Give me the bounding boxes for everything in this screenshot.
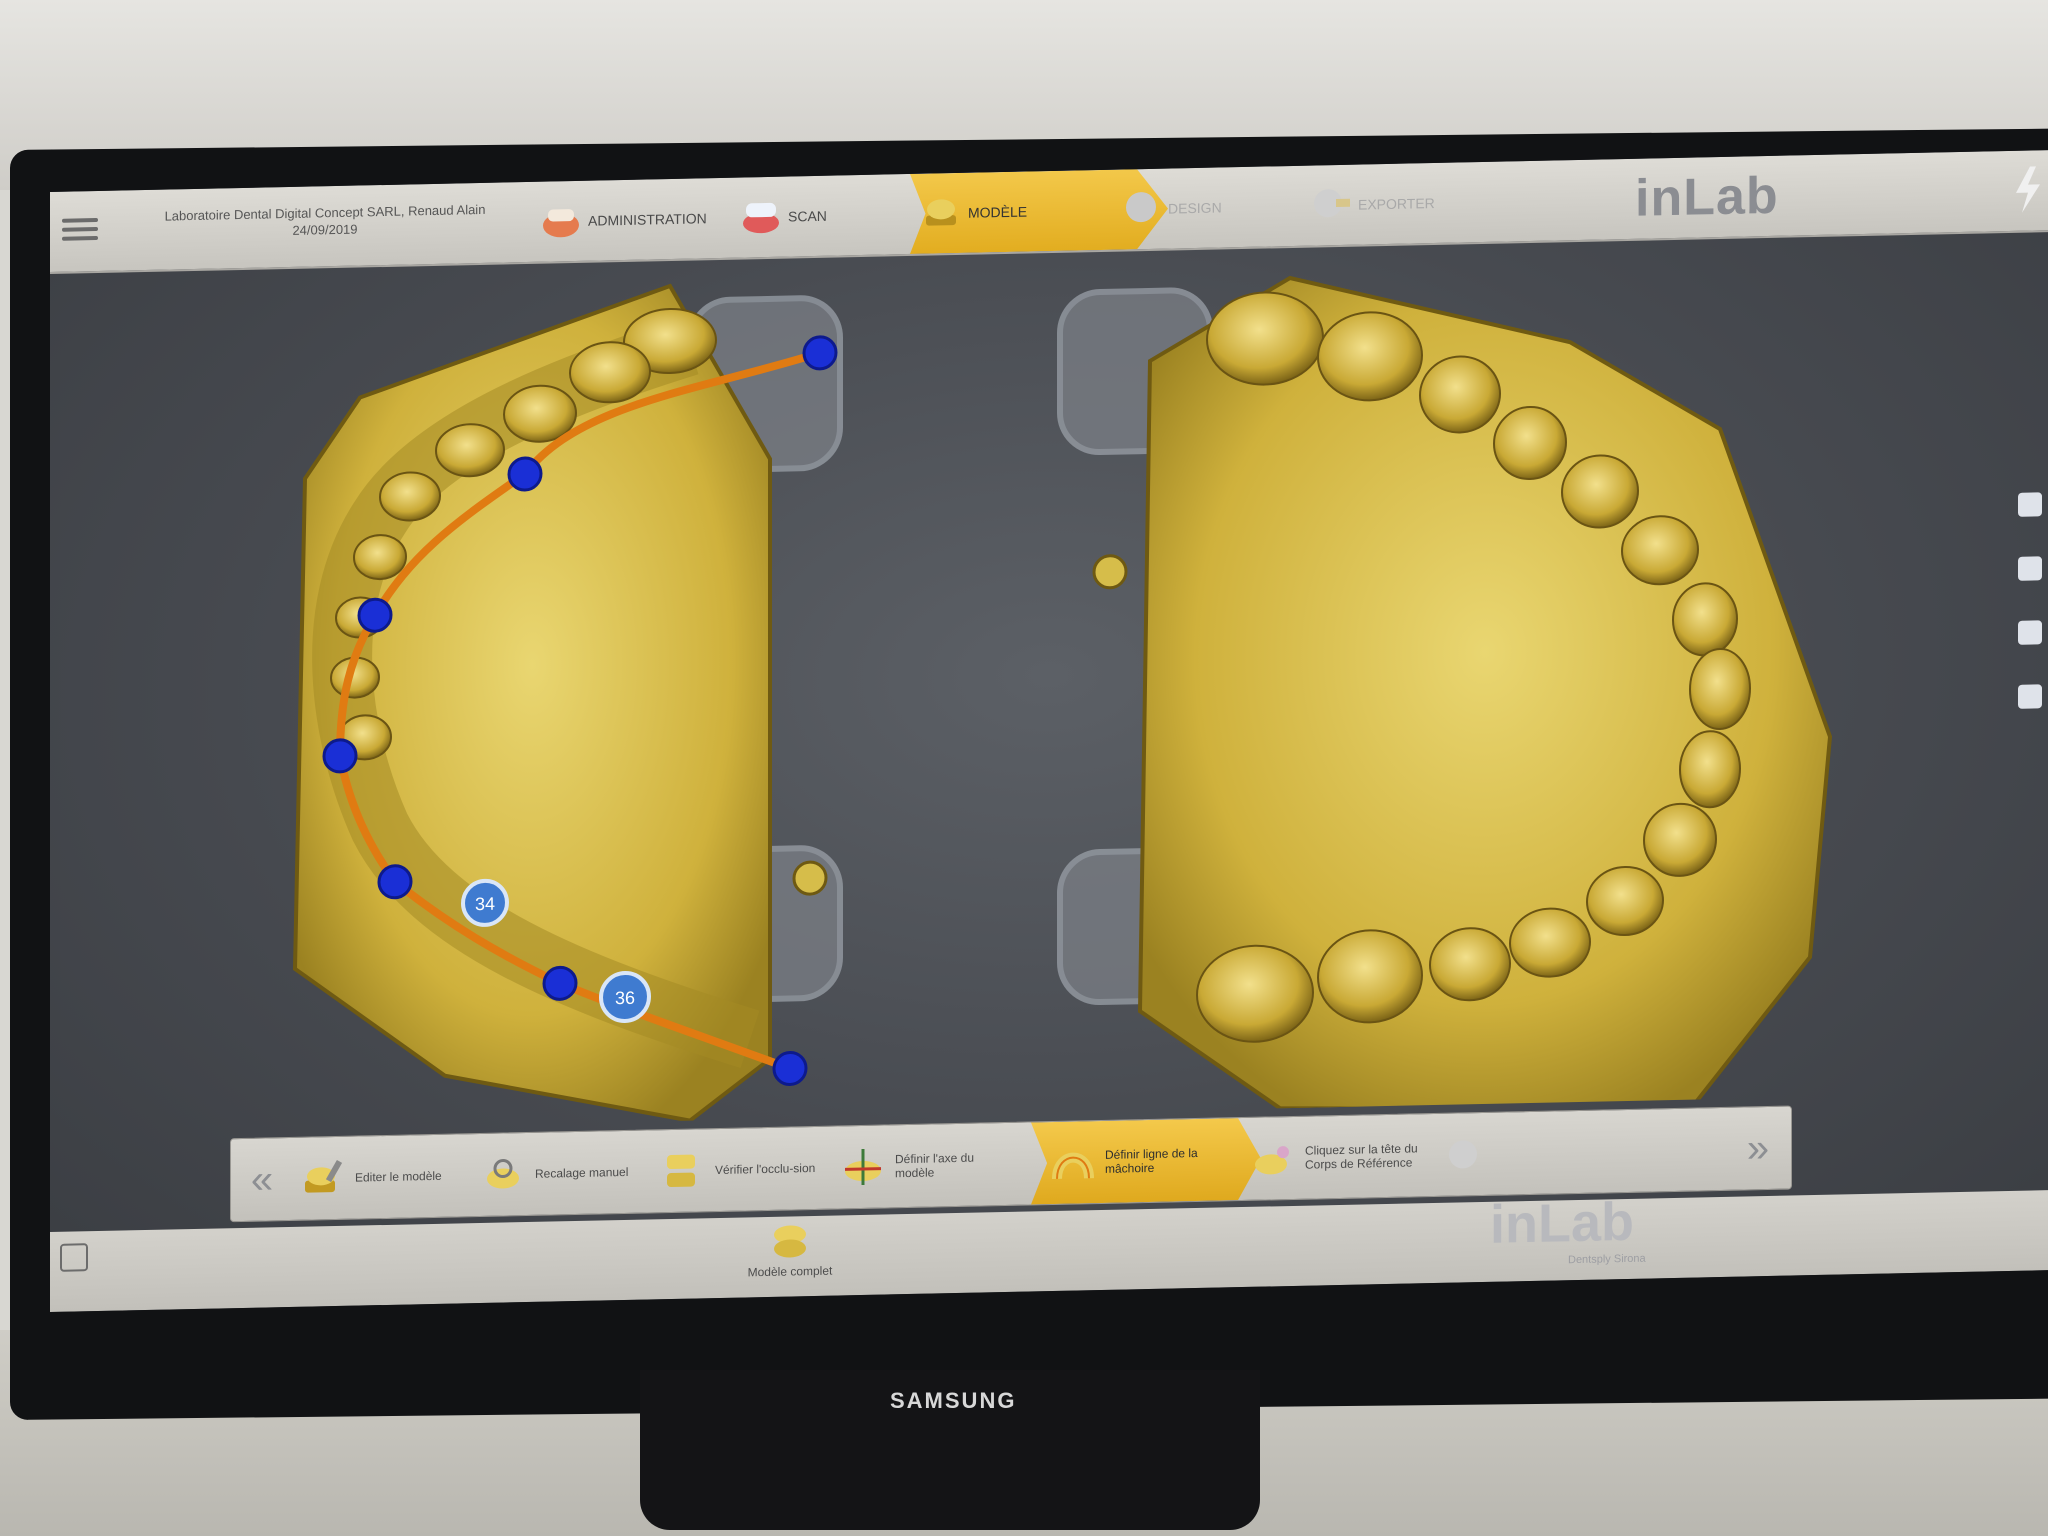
inlab-logo-small: inLab [1490, 1191, 1634, 1255]
model-axis-icon [845, 1148, 881, 1186]
complete-model-button[interactable]: Modèle complet [730, 1219, 850, 1280]
tool-disabled [1441, 1110, 1641, 1196]
jaw-line-point[interactable] [322, 738, 358, 774]
monitor-brand: SAMSUNG [890, 1388, 1017, 1413]
dock-tool-icon[interactable] [2018, 620, 2042, 645]
tool-label: Définir ligne de la mâchoire [1105, 1145, 1198, 1176]
dock-tool-icon[interactable] [2018, 492, 2042, 517]
jaw-line-point[interactable] [357, 597, 393, 633]
jaw-line-point[interactable] [507, 456, 543, 492]
manual-registration-icon [487, 1159, 519, 1189]
inlab-logo: inLab [1635, 166, 1779, 228]
export-icon [1314, 189, 1350, 218]
upper-jaw-model[interactable] [1137, 267, 1833, 1121]
complete-model-icon [774, 1225, 806, 1258]
complete-model-label: Modèle complet [747, 1263, 833, 1280]
menu-icon[interactable] [62, 213, 98, 250]
jaw-line-point[interactable] [802, 335, 838, 371]
step-export: EXPORTER [1300, 160, 1558, 245]
tool-edit-model[interactable]: Editer le modèle [301, 1134, 471, 1220]
app-screen: Laboratoire Dental Digital Concept SARL,… [50, 150, 2048, 1313]
3d-viewport[interactable]: 34 36 [50, 232, 2048, 1134]
tool-label: Cliquez sur la tête du Corps de Référenc… [1305, 1141, 1418, 1172]
flash-icon[interactable] [2010, 164, 2046, 215]
marker-label: 36 [615, 988, 635, 1008]
tool-label: Vérifier l'occlu-sion [715, 1160, 816, 1178]
step-label: ADMINISTRATION [588, 210, 707, 229]
jaw-line-point[interactable] [772, 1050, 808, 1087]
disabled-tool-icon [1449, 1140, 1477, 1169]
scan-icon [743, 202, 779, 234]
dentsply-sirona-logo: Dentsply Sirona [1568, 1252, 1646, 1267]
tool-jaw-line[interactable]: Définir ligne de la mâchoire [1031, 1118, 1261, 1205]
step-label: MODÈLE [968, 203, 1028, 221]
window-icon[interactable] [60, 1243, 88, 1272]
jaw-line-point[interactable] [377, 864, 413, 900]
marker-label: 34 [475, 894, 495, 914]
jaw-line-icon [1051, 1140, 1095, 1185]
reference-body-icon[interactable] [792, 554, 1128, 896]
tool-reference-body[interactable]: Cliquez sur la tête du Corps de Référenc… [1251, 1114, 1441, 1200]
edit-model-icon [305, 1159, 343, 1193]
check-occlusion-icon [667, 1154, 695, 1187]
tooth-marker-34[interactable]: 34 [461, 878, 509, 927]
dock-tool-icon[interactable] [2018, 556, 2042, 581]
tool-manual-registration[interactable]: Recalage manuel [481, 1130, 651, 1216]
administration-icon [543, 209, 579, 238]
step-label: EXPORTER [1358, 194, 1435, 213]
lab-info: Laboratoire Dental Digital Concept SARL,… [160, 201, 490, 242]
next-step-button[interactable]: » [1727, 1107, 1789, 1190]
step-label: SCAN [788, 207, 827, 225]
jaw-line-point[interactable] [542, 965, 578, 1001]
model-icon [920, 189, 962, 234]
previous-step-button[interactable]: « [231, 1138, 293, 1221]
tool-label: Editer le modèle [355, 1168, 442, 1185]
tool-model-axis[interactable]: Définir l'axe du modèle [841, 1122, 1031, 1208]
dock-tool-icon[interactable] [2018, 684, 2042, 709]
step-label: DESIGN [1168, 199, 1222, 217]
tooth-marker-36[interactable]: 36 [599, 970, 651, 1023]
dental-scene[interactable]: 34 36 [50, 232, 2048, 1134]
right-dock [2018, 492, 2048, 749]
tool-label: Recalage manuel [535, 1164, 629, 1181]
design-icon [1126, 192, 1156, 223]
lower-jaw-model[interactable] [292, 283, 772, 1129]
tool-check-occlusion[interactable]: Vérifier l'occlu-sion [661, 1127, 831, 1213]
reference-body-icon [1255, 1146, 1289, 1175]
tool-label: Définir l'axe du modèle [895, 1150, 974, 1181]
